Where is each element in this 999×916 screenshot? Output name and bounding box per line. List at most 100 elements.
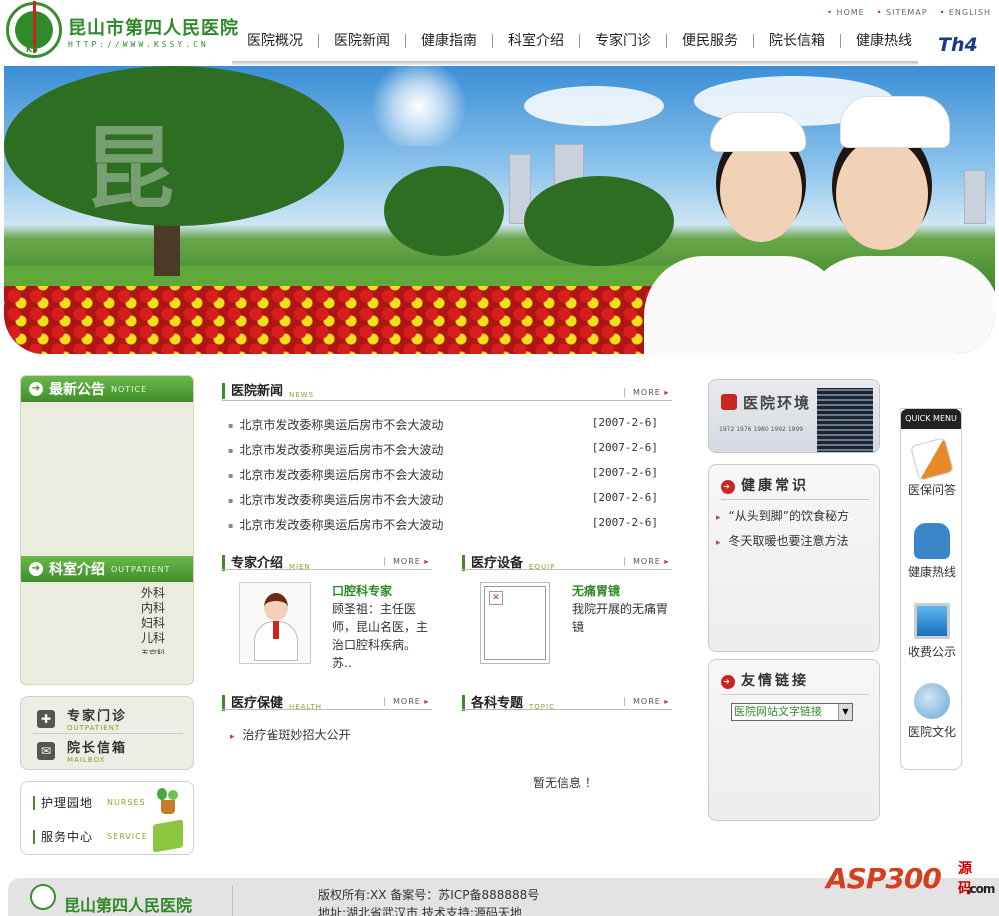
equipment-photo[interactable]: ✕ <box>480 582 550 664</box>
health-tip-item[interactable]: 冬天取暖也要注意方法 <box>716 532 849 549</box>
health-tips-title: 健康常识 <box>721 475 809 495</box>
doctor-photo[interactable] <box>239 582 311 664</box>
sitemap-link[interactable]: SITEMAP <box>877 8 928 17</box>
news-item-title[interactable]: 北京市发改委称奥运后房市不会大波动 <box>228 416 443 433</box>
news-more-link[interactable]: MORE <box>624 388 669 397</box>
equip-underline <box>462 569 672 570</box>
expert-more-link[interactable]: MORE <box>384 557 429 566</box>
quick-menu-hospital-culture[interactable]: 医院文化 <box>901 683 963 740</box>
footer-copyright: 版权所有:XX 备案号：苏ICP备888888号 <box>318 888 540 902</box>
president-mailbox-link[interactable]: ✉ 院长信箱 MAILBOX <box>37 737 127 764</box>
expert-name[interactable]: 口腔科专家 <box>332 582 392 599</box>
home-link[interactable]: HOME <box>827 8 865 17</box>
nav-services[interactable]: 便民服务 <box>666 34 753 48</box>
nurse-cap-graphic <box>710 112 806 152</box>
nav-president-mailbox[interactable]: 院长信箱 <box>753 34 840 48</box>
cloud-graphic <box>524 86 664 126</box>
divider <box>33 733 183 734</box>
friend-links-box: 友情链接 <box>708 659 880 821</box>
dept-gynecology[interactable]: 妇科 <box>141 616 165 631</box>
quick-menu-fee-disclosure[interactable]: 收费公示 <box>901 603 963 660</box>
quick-menu-insurance-qa[interactable]: 医保问答 <box>901 436 963 498</box>
nursing-garden-link[interactable]: 护理园地 NURSES <box>33 794 146 811</box>
service-center-link[interactable]: 服务中心 SERVICE <box>33 828 148 845</box>
news-item-date: [2007-2-6] <box>591 516 658 529</box>
equip-more-link[interactable]: MORE <box>624 557 669 566</box>
equip-desc-line: 镜 <box>572 620 585 634</box>
news-item[interactable]: 北京市发改委称奥运后房市不会大波动 [2007-2-6] <box>228 491 658 508</box>
nav-health-guide[interactable]: 健康指南 <box>405 34 492 48</box>
th4-badge: Th4 <box>938 34 978 56</box>
environment-years: 1972 1976 1980 1992 1999 <box>719 426 803 433</box>
outpatient-section: ➔ 科室介绍 OUTPATIENT 外科 内科 妇科 儿科 五官科 <box>21 556 193 654</box>
english-link[interactable]: ENGLISH <box>940 8 991 17</box>
document-icon <box>909 436 955 482</box>
hospital-logo-icon[interactable]: KS <box>6 1 62 58</box>
top-links: HOME SITEMAP ENGLISH <box>827 8 991 17</box>
bar-marker <box>33 795 35 810</box>
news-item[interactable]: 北京市发改委称奥运后房市不会大波动 [2007-2-6] <box>228 416 658 433</box>
footer-hospital-name: 昆山第四人民医院 <box>64 896 193 915</box>
nav-hospital-news[interactable]: 医院新闻 <box>318 34 405 48</box>
health-item[interactable]: 治疗雀斑妙招大公开 <box>230 726 351 743</box>
dept-surgery[interactable]: 外科 <box>141 586 165 601</box>
expert-clinic-title: 专家门诊 <box>67 709 128 724</box>
select-value: 医院网站文字链接 <box>734 705 822 718</box>
health-more-link[interactable]: MORE <box>384 697 429 706</box>
nav-health-hotline[interactable]: 健康热线 <box>840 34 927 48</box>
topic-underline <box>462 709 672 710</box>
mail-icon: ✉ <box>37 741 55 760</box>
dept-ent[interactable]: 五官科 <box>141 646 165 654</box>
footer-logo-icon <box>30 884 56 910</box>
quick-menu-label: 医院文化 <box>907 725 956 739</box>
news-heading: 医院新闻 NEWS <box>222 380 314 399</box>
notice-header[interactable]: ➔ 最新公告 NOTICE <box>21 376 193 402</box>
year-label: 1980 <box>753 426 769 433</box>
chevron-down-icon[interactable]: ▼ <box>838 704 852 720</box>
outpatient-en: OUTPATIENT <box>111 564 171 574</box>
nav-expert-clinic[interactable]: 专家门诊 <box>579 34 666 48</box>
quick-menu-label: 健康热线 <box>907 565 956 579</box>
arrow-circle-icon: ➔ <box>29 562 43 576</box>
news-item-title[interactable]: 北京市发改委称奥运后房市不会大波动 <box>228 516 443 533</box>
news-item[interactable]: 北京市发改委称奥运后房市不会大波动 [2007-2-6] <box>228 441 658 458</box>
hero-banner: 昆 <box>4 66 995 354</box>
expert-desc-line: 顾圣祖：主任医 <box>332 602 417 616</box>
header: KS 昆山市第四人民医院 HTTP://WWW.KSSY.CN HOME SIT… <box>0 0 999 66</box>
plus-icon: ✚ <box>37 709 55 728</box>
topic-empty-message: 暂无信息 ！ <box>533 776 597 790</box>
news-item-title[interactable]: 北京市发改委称奥运后房市不会大波动 <box>228 441 443 458</box>
camera-icon <box>721 394 737 410</box>
news-item[interactable]: 北京市发改委称奥运后房市不会大波动 [2007-2-6] <box>228 516 658 533</box>
year-label: 1992 <box>770 426 786 433</box>
expert-clinic-link[interactable]: ✚ 专家门诊 OUTPATIENT <box>37 705 127 732</box>
news-item[interactable]: 北京市发改委称奥运后房市不会大波动 [2007-2-6] <box>228 466 658 483</box>
news-item-title[interactable]: 北京市发改委称奥运后房市不会大波动 <box>228 466 443 483</box>
quick-menu-title: QUICK MENU <box>901 409 961 429</box>
bar-marker <box>33 829 35 844</box>
health-tip-item[interactable]: “从头到脚”的饮食秘方 <box>716 507 849 524</box>
news-item-date: [2007-2-6] <box>591 466 658 479</box>
nav-departments[interactable]: 科室介绍 <box>492 34 579 48</box>
main-nav: 医院概况 医院新闻 健康指南 科室介绍 专家门诊 便民服务 院长信箱 健康热线 <box>232 31 927 51</box>
news-title: 医院新闻 <box>231 384 284 399</box>
dept-internal[interactable]: 内科 <box>141 601 165 616</box>
news-item-date: [2007-2-6] <box>591 441 658 454</box>
outpatient-header[interactable]: ➔ 科室介绍 OUTPATIENT <box>21 556 193 582</box>
equip-name[interactable]: 无痛胃镜 <box>572 582 620 599</box>
hospital-environment-banner[interactable]: 医院环境 1972 1976 1980 1992 1999 <box>708 379 880 453</box>
tree-graphic <box>524 176 674 266</box>
year-label: 1972 <box>719 426 735 433</box>
nurse-face-graphic <box>720 138 802 242</box>
friend-links-select[interactable]: 医院网站文字链接 ▼ <box>731 703 853 721</box>
page: KS 昆山市第四人民医院 HTTP://WWW.KSSY.CN HOME SIT… <box>0 0 999 916</box>
dept-pediatrics[interactable]: 儿科 <box>141 631 165 646</box>
topic-more-link[interactable]: MORE <box>624 697 669 706</box>
quick-menu-health-hotline[interactable]: 健康热线 <box>901 523 963 580</box>
monitor-icon <box>914 603 950 639</box>
hospital-name[interactable]: 昆山市第四人民医院 <box>68 14 239 40</box>
equip-desc: 我院开展的无痛胃 镜 <box>572 600 668 636</box>
quick-menu: QUICK MENU 医保问答 健康热线 收费公示 医院文化 <box>900 408 962 770</box>
nav-hospital-overview[interactable]: 医院概况 <box>232 34 318 48</box>
news-item-title[interactable]: 北京市发改委称奥运后房市不会大波动 <box>228 491 443 508</box>
